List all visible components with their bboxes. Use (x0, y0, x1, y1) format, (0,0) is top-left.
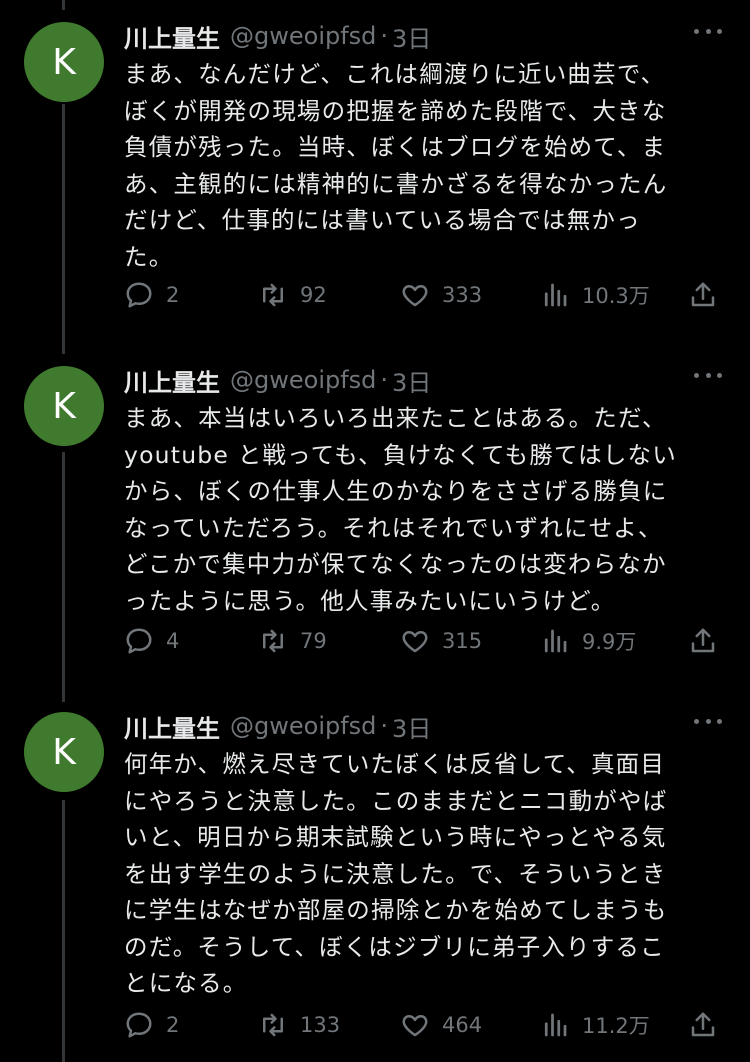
tweet[interactable]: K 川上量生 @gweoipfsd · 3日 まあ、本当はいろいろ出来たことはあ… (0, 366, 750, 686)
separator: · (380, 712, 389, 740)
reply-count: 2 (166, 1013, 180, 1037)
retweet-button[interactable]: 133 (258, 1008, 340, 1042)
tweet-date[interactable]: 3日 (392, 363, 431, 398)
reply-count: 4 (166, 629, 180, 653)
retweet-button[interactable]: 92 (258, 278, 327, 312)
avatar[interactable]: K (24, 366, 104, 446)
tweet-header: 川上量生 @gweoipfsd · 3日 (124, 362, 431, 398)
reply-icon (126, 628, 152, 654)
thread-connector (62, 0, 65, 10)
tweet-text: まあ、なんだけど、これは綱渡りに近い曲芸で、 ぼくが開発の現場の把握を諦めた段階… (124, 56, 724, 275)
like-button[interactable]: 315 (400, 624, 482, 658)
author-name[interactable]: 川上量生 (124, 19, 220, 54)
tweet-text: 何年か、燃え尽きていたぼくは反省して、真面目 にやろうと決意した。このままだとニ… (124, 746, 724, 1002)
tweet[interactable]: K 川上量生 @gweoipfsd · 3日 まあ、なんだけど、これは綱渡りに近… (0, 22, 750, 342)
like-icon (402, 1015, 428, 1037)
tweet-text-line: なっていただろう。それはそれでいずれにせよ、 (124, 513, 663, 542)
view-count: 11.2万 (582, 1014, 650, 1038)
tweet-text-line: いと、明日から期末試験という時にやっとやる気 (124, 823, 667, 851)
tweet-text-line: のだ。そうして、ぼくはジブリに弟子入りするこ (124, 932, 665, 961)
like-button[interactable]: 464 (400, 1008, 482, 1042)
retweet-count: 79 (300, 629, 327, 653)
reply-icon (126, 1012, 152, 1038)
like-icon (402, 285, 428, 307)
more-icon[interactable] (694, 26, 722, 36)
view-count: 10.3万 (582, 284, 650, 308)
tweet-text-line: ったように思う。他人事みたいにいうけど。 (124, 586, 616, 615)
reply-button[interactable]: 4 (124, 624, 179, 658)
tweet-text-line: にやろうと決意した。このままだとニコ動がやば (124, 786, 668, 815)
share-button[interactable] (688, 278, 718, 312)
share-button[interactable] (688, 1008, 718, 1042)
tweet-text-line: どこかで集中力が保てなくなったのは変わらなか (124, 550, 667, 578)
tweet-date[interactable]: 3日 (392, 19, 431, 54)
like-count: 315 (442, 629, 483, 653)
views-button[interactable]: 10.3万 (540, 278, 650, 312)
retweet-icon (263, 629, 283, 653)
tweet-text: まあ、本当はいろいろ出来たことはある。ただ、 youtube と戦っても、負けな… (124, 400, 724, 619)
author-name[interactable]: 川上量生 (124, 709, 220, 744)
tweet-date[interactable]: 3日 (392, 709, 431, 744)
tweet-text-line: に学生はなぜか部屋の掃除とかを始めてしまうも (124, 896, 668, 924)
retweet-count: 92 (300, 283, 327, 307)
author-handle[interactable]: @gweoipfsd (230, 22, 376, 50)
share-icon (691, 628, 715, 653)
tweet-text-line: から、ぼくの仕事人生のかなりをささげる勝負に (124, 477, 668, 505)
like-icon (402, 631, 428, 653)
retweet-count: 133 (300, 1013, 341, 1037)
separator: · (380, 366, 389, 394)
reply-count: 2 (166, 283, 180, 307)
views-icon (544, 1013, 567, 1037)
action-bar: 4 79 315 9.9万 (124, 624, 724, 658)
views-icon (544, 283, 567, 307)
tweet-text-line: あ、主観的には精神的に書かざるを得なかったん (124, 169, 668, 198)
retweet-icon (263, 283, 283, 307)
tweet-text-line: まあ、本当はいろいろ出来たことはある。ただ、 (124, 404, 667, 432)
action-bar: 2 133 464 11.2万 (124, 1008, 724, 1042)
author-handle[interactable]: @gweoipfsd (230, 366, 376, 394)
tweet-text-line: た。 (124, 242, 174, 271)
reply-icon (126, 282, 152, 308)
like-count: 464 (442, 1013, 483, 1037)
tweet-header: 川上量生 @gweoipfsd · 3日 (124, 18, 431, 54)
avatar[interactable]: K (24, 22, 104, 102)
avatar[interactable]: K (24, 712, 104, 792)
tweet-text-line: ぼくが開発の現場の把握を諦めた段階で、大きな (124, 96, 667, 125)
tweet-text-line: 何年か、燃え尽きていたぼくは反省して、真面目 (124, 750, 666, 778)
view-count: 9.9万 (582, 630, 637, 654)
more-icon[interactable] (694, 370, 722, 380)
author-handle[interactable]: @gweoipfsd (230, 712, 376, 740)
share-icon (691, 282, 715, 307)
retweet-button[interactable]: 79 (258, 624, 327, 658)
tweet-text-line: だけど、仕事的には書いている場合では無かっ (124, 206, 641, 234)
action-bar: 2 92 333 10.3万 (124, 278, 724, 312)
tweet-text-line: まあ、なんだけど、これは綱渡りに近い曲芸で、 (124, 60, 666, 88)
tweet-text-line: 負債が残った。当時、ぼくはブログを始めて、ま (124, 133, 667, 161)
author-name[interactable]: 川上量生 (124, 363, 220, 398)
reply-button[interactable]: 2 (124, 1008, 179, 1042)
more-icon[interactable] (694, 716, 722, 726)
retweet-icon (263, 1013, 283, 1037)
tweet-header: 川上量生 @gweoipfsd · 3日 (124, 708, 431, 744)
reply-button[interactable]: 2 (124, 278, 179, 312)
like-count: 333 (442, 283, 483, 307)
tweet-text-line: を出す学生のように決意した。で、そういうとき (124, 859, 667, 888)
views-button[interactable]: 11.2万 (540, 1008, 650, 1042)
views-button[interactable]: 9.9万 (540, 624, 636, 658)
views-icon (544, 629, 567, 653)
like-button[interactable]: 333 (400, 278, 482, 312)
tweet-text-line: youtube と戦っても、負けなくても勝てはしない (124, 440, 677, 469)
share-button[interactable] (688, 624, 718, 658)
tweet-text-line: とになる。 (124, 969, 248, 997)
share-icon (691, 1012, 715, 1037)
tweet[interactable]: K 川上量生 @gweoipfsd · 3日 何年か、燃え尽きていたぼくは反省し… (0, 712, 750, 1062)
separator: · (380, 22, 389, 50)
